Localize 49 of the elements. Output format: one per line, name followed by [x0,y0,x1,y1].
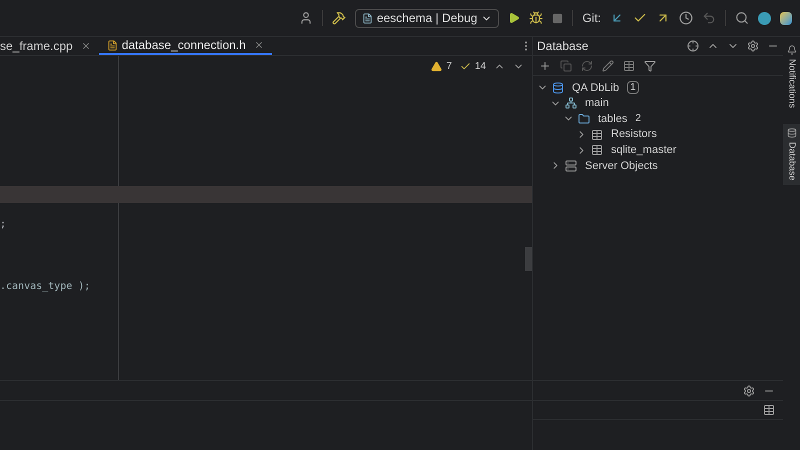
tree-item[interactable]: Resistors [611,126,657,143]
git-label: Git: [582,10,601,27]
settings-icon[interactable] [747,40,759,52]
user-icon[interactable] [298,11,313,25]
file-icon [106,40,118,50]
folder-icon [578,112,590,125]
warning-count[interactable]: 7 [431,59,452,74]
layout-icon[interactable] [763,404,775,416]
close-icon[interactable] [80,41,91,51]
code-line: .canvas_type ); [0,280,90,294]
server-icon [565,160,577,172]
add-icon[interactable] [539,60,551,72]
side-tab[interactable]: Database [783,124,800,185]
tree-item[interactable]: tables [598,110,628,128]
schema-icon [565,97,577,110]
tree-item[interactable]: main [585,95,609,112]
tree-item[interactable]: sqlite_master [611,142,676,158]
count-badge: 1 [627,81,639,94]
table-icon[interactable] [623,60,635,72]
table-icon [591,144,603,156]
search-icon[interactable] [735,11,749,25]
tree-item[interactable]: Server Objects [585,158,658,174]
panel-title: Database [537,38,588,55]
database-icon [552,82,564,94]
code-line: ; [0,218,8,232]
run-icon[interactable] [508,12,520,24]
check-count[interactable]: 14 [460,59,486,74]
file-tab[interactable]: se_frame.cpp [0,37,99,55]
table-icon [591,128,603,141]
bell-icon [786,45,796,55]
scrollbar-thumb[interactable] [525,247,532,271]
hammer-icon[interactable] [332,11,346,25]
check-icon [460,61,471,72]
item-count: 2 [635,112,641,126]
run-config-dropdown[interactable]: eeschema | Debug [354,8,500,28]
tree-item[interactable]: QA DbLib [572,80,620,96]
filter-icon[interactable] [644,60,656,72]
bug-icon[interactable] [529,11,544,25]
warning-icon [431,61,442,72]
side-tab[interactable]: Notifications [783,41,800,112]
edit-icon[interactable] [602,60,614,72]
file-tab[interactable]: database_connection.h [98,37,272,55]
file-icon [362,12,373,24]
database-icon [786,128,796,138]
stop-icon[interactable] [552,12,564,24]
clock-icon[interactable] [679,11,693,25]
crosshair-icon[interactable] [687,40,699,52]
close-icon[interactable] [254,40,264,50]
settings-icon[interactable] [743,384,755,396]
